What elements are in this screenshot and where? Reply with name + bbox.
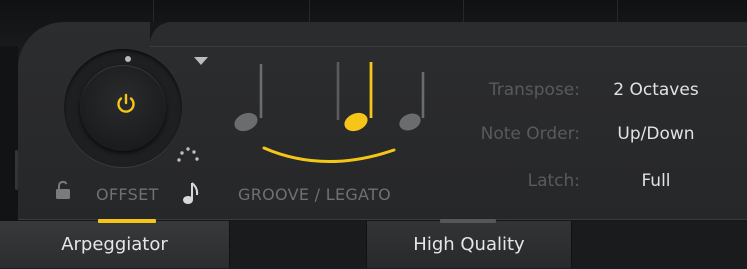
legato-arc: [262, 146, 396, 163]
tab-arpeggiator[interactable]: Arpeggiator: [0, 221, 230, 268]
transpose-value[interactable]: 2 Octaves: [601, 80, 711, 100]
high-quality-indicator: [440, 219, 496, 223]
groove-legato-label: GROOVE / LEGATO: [238, 185, 392, 204]
panel-scroll-edge: [15, 150, 18, 190]
offset-label: OFFSET: [96, 185, 159, 204]
note-order-label: Note Order:: [480, 124, 580, 144]
dropdown-triangle-icon[interactable]: [193, 56, 209, 66]
groove-legato-control[interactable]: [226, 56, 436, 168]
latch-value[interactable]: Full: [601, 171, 711, 191]
note-3[interactable]: [342, 62, 373, 134]
knob-position-dot: [125, 56, 131, 62]
dots-arc-icon: [177, 147, 199, 162]
tab-high-quality[interactable]: High Quality: [366, 221, 572, 268]
tab-arpeggiator-label: Arpeggiator: [61, 234, 168, 255]
note-1[interactable]: [232, 64, 263, 134]
arpeggiator-active-indicator: [98, 219, 156, 223]
unlock-icon[interactable]: [55, 180, 71, 200]
latch-label: Latch:: [527, 171, 580, 191]
left-edge: [0, 46, 18, 221]
eighth-note-icon[interactable]: [182, 180, 202, 206]
power-icon[interactable]: [114, 92, 138, 116]
tab-high-quality-label: High Quality: [413, 234, 525, 255]
transpose-label: Transpose:: [488, 80, 580, 100]
note-order-value[interactable]: Up/Down: [601, 124, 711, 144]
